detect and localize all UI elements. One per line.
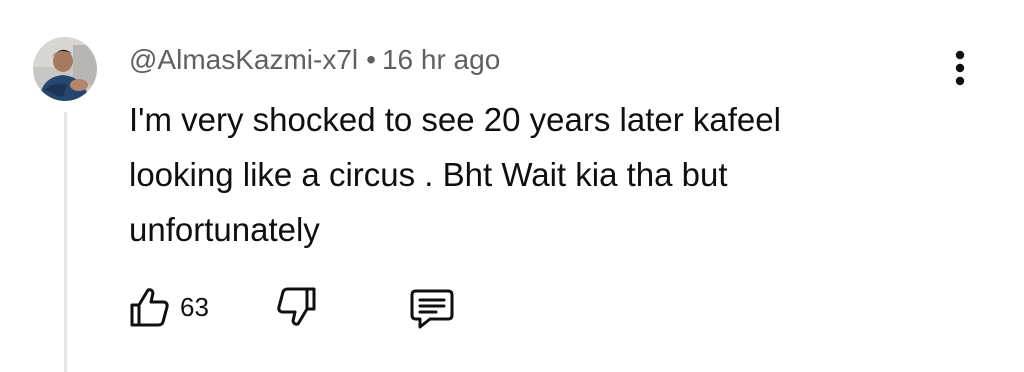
- author-handle[interactable]: @AlmasKazmi-x7l: [129, 44, 358, 75]
- comment-text: I'm very shocked to see 20 years later k…: [129, 101, 781, 248]
- avatar-photo: [33, 37, 97, 101]
- reply-comment-icon: [410, 289, 454, 329]
- like-button[interactable]: 63: [128, 283, 209, 331]
- comment-header: @AlmasKazmi-x7l • 16 hr ago: [129, 43, 500, 77]
- reply-thread-line: [64, 112, 67, 372]
- avatar[interactable]: [33, 37, 97, 101]
- comment-card: @AlmasKazmi-x7l • 16 hr ago I'm very shock…: [0, 0, 1024, 372]
- thumb-up-icon: [130, 288, 169, 327]
- dislike-button[interactable]: [274, 283, 322, 331]
- comment-menu-button[interactable]: [940, 44, 980, 92]
- thumb-down-icon: [277, 287, 316, 326]
- comment-timestamp: 16 hr ago: [381, 44, 501, 75]
- reply-button[interactable]: [408, 285, 456, 333]
- like-count: 63: [180, 292, 209, 322]
- more-vertical-icon: [955, 50, 965, 86]
- meta-separator: •: [366, 44, 376, 75]
